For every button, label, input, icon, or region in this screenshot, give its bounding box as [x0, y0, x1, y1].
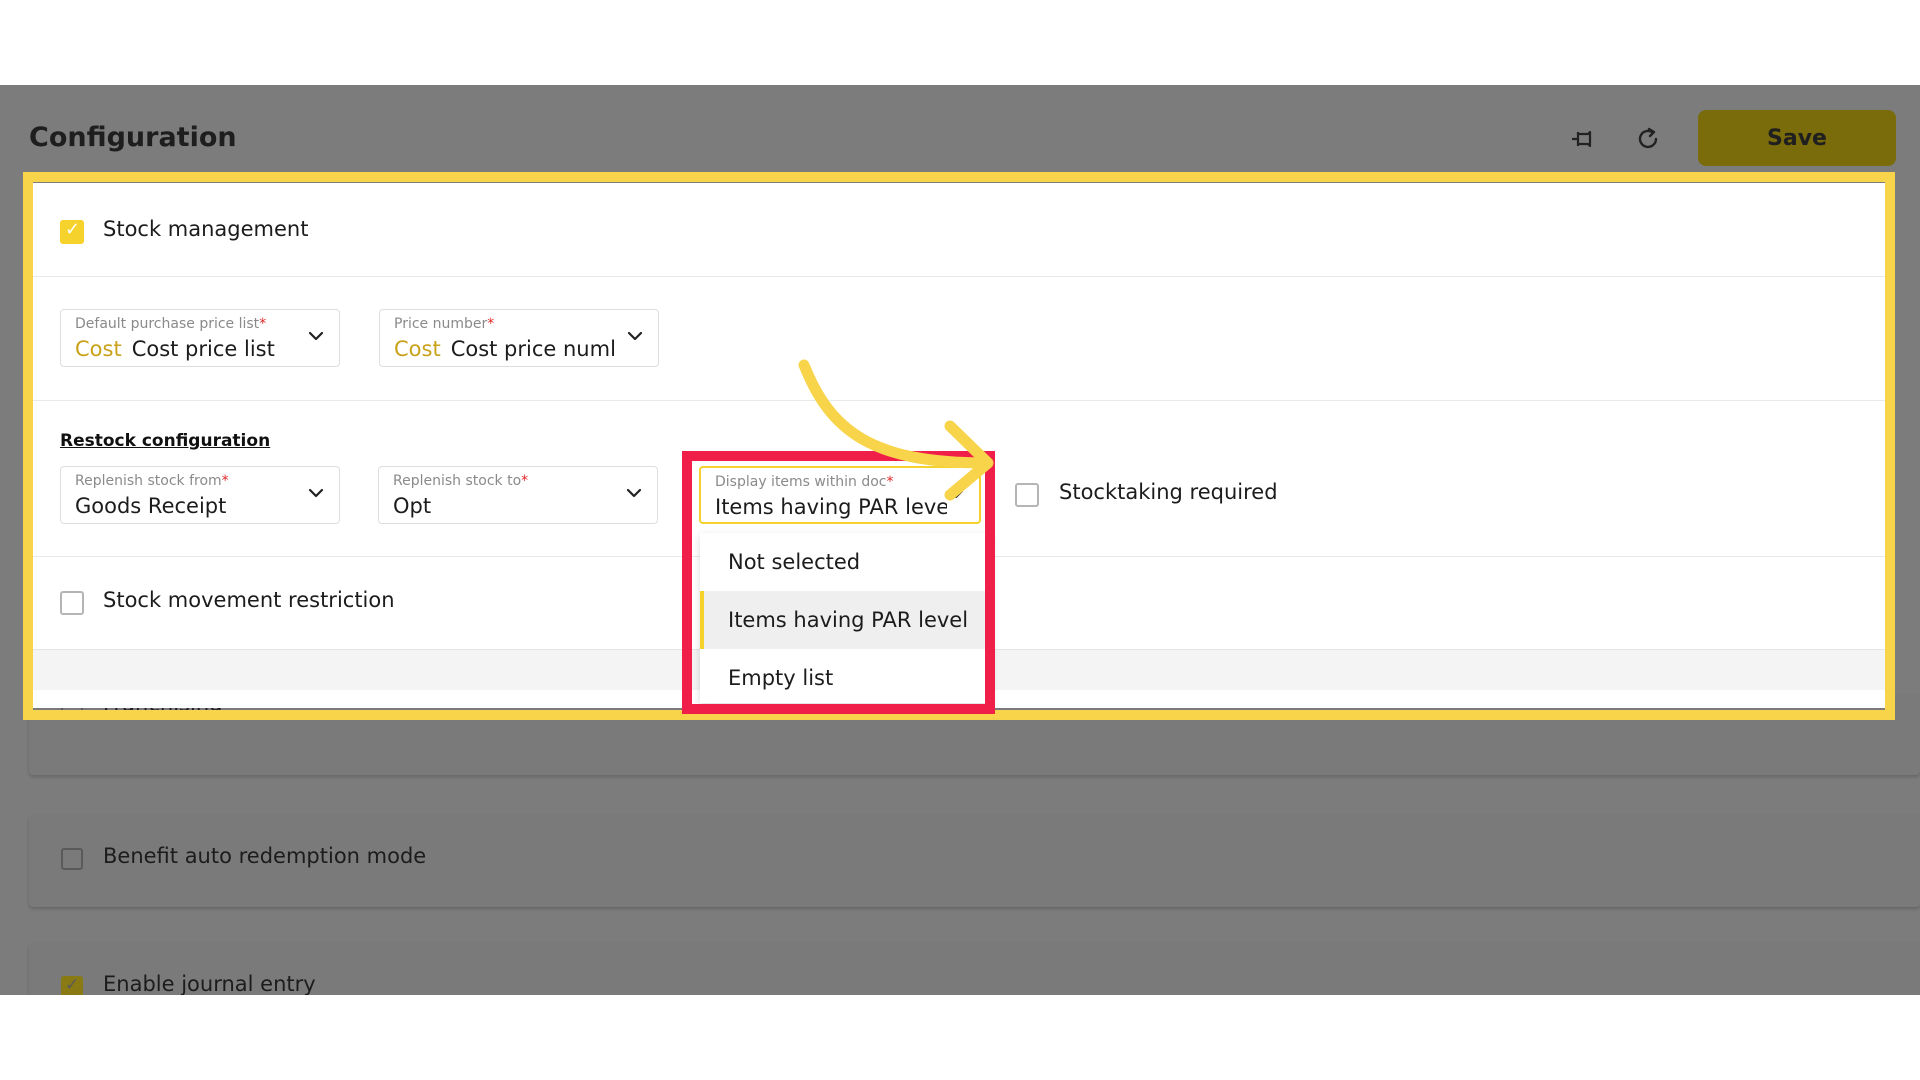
enable-journal-entry-checkbox[interactable] — [61, 975, 83, 995]
annotation-arrow-icon — [798, 359, 994, 501]
benefit-auto-redemption-label: Benefit auto redemption mode — [103, 844, 427, 868]
page-title: Configuration — [29, 122, 237, 153]
enable-journal-entry-label: Enable journal entry — [103, 972, 316, 995]
enable-journal-entry-card: Enable journal entry — [29, 943, 1920, 995]
pin-icon[interactable] — [1566, 123, 1598, 155]
benefit-auto-redemption-checkbox[interactable] — [61, 848, 83, 870]
refresh-icon-svg — [1638, 127, 1658, 149]
refresh-icon[interactable] — [1632, 123, 1664, 155]
save-button[interactable]: Save — [1698, 110, 1896, 166]
pin-icon-svg — [1572, 130, 1592, 148]
benefit-auto-redemption-card: Benefit auto redemption mode — [29, 815, 1920, 907]
